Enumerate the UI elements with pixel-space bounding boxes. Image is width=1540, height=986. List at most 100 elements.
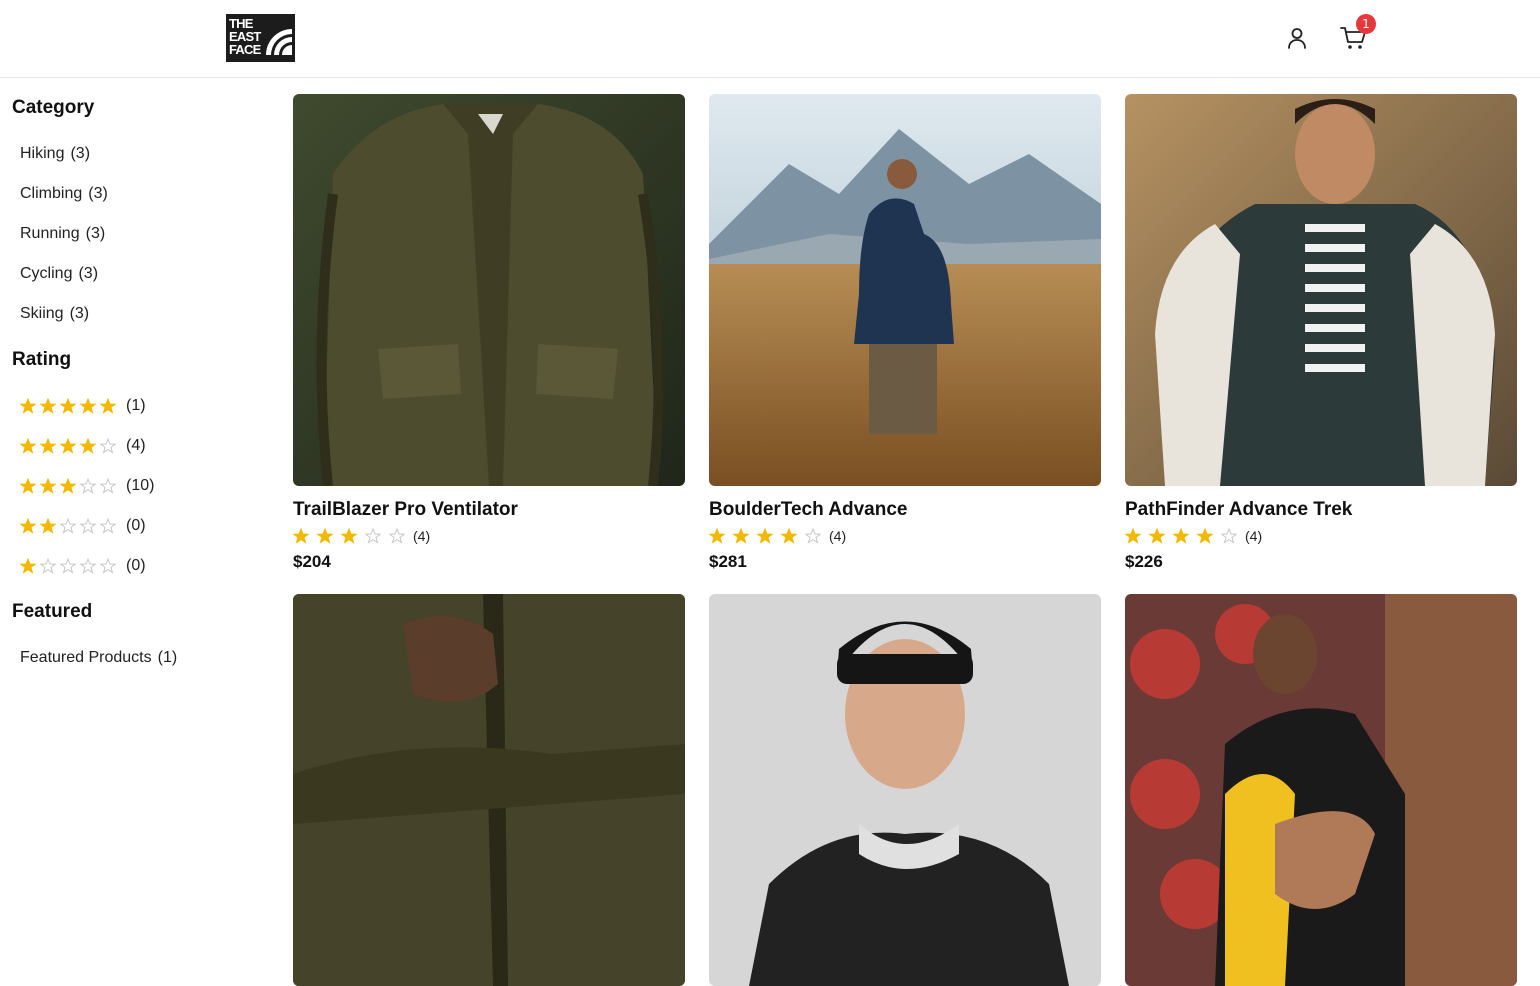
- product-image-smiling-man[interactable]: [1125, 94, 1517, 486]
- product-rating: (4): [1125, 524, 1517, 548]
- category-item-running[interactable]: Running (3): [12, 214, 262, 254]
- star-empty-icon: [80, 478, 96, 494]
- product-image-man-in-field[interactable]: [709, 94, 1101, 486]
- rating-count: (0): [126, 557, 146, 574]
- rating-filter-4[interactable]: (4): [12, 426, 262, 466]
- featured-products-filter[interactable]: Featured Products (1): [12, 638, 262, 678]
- star-filled-icon: [1197, 528, 1213, 544]
- star-filled-icon: [781, 528, 797, 544]
- brand-logo[interactable]: THE EAST FACE: [226, 14, 295, 62]
- product-image-olive-jacket[interactable]: [293, 94, 685, 486]
- star-empty-icon: [100, 558, 116, 574]
- filter-sidebar: Category Hiking (3) Climbing (3) Running (3…: [12, 94, 262, 678]
- star-filled-icon: [40, 518, 56, 534]
- category-label: Climbing: [20, 185, 83, 202]
- product-rating: (4): [293, 524, 685, 548]
- star-filled-icon: [20, 398, 36, 414]
- star-filled-icon: [1173, 528, 1189, 544]
- star-filled-icon: [60, 438, 76, 454]
- product-title: BoulderTech Advance: [709, 499, 908, 520]
- category-count: (3): [78, 265, 99, 282]
- star-filled-icon: [20, 518, 36, 534]
- category-count: (3): [70, 145, 91, 162]
- cart-count-badge: 1: [1356, 14, 1376, 34]
- rating-count: (0): [126, 517, 146, 534]
- review-count: (4): [829, 528, 847, 544]
- rating-count: (4): [126, 437, 146, 454]
- star-rating: [20, 518, 120, 534]
- site-header: THE EAST FACE 1: [0, 0, 1540, 78]
- review-count: (4): [1245, 528, 1263, 544]
- star-rating: [293, 528, 413, 544]
- product-card[interactable]: TrailBlazer Pro Ventilator (4) $204: [293, 94, 685, 574]
- star-empty-icon: [1221, 528, 1237, 544]
- star-filled-icon: [317, 528, 333, 544]
- star-empty-icon: [100, 438, 116, 454]
- star-empty-icon: [80, 558, 96, 574]
- star-rating: [1125, 528, 1245, 544]
- product-price: $204: [293, 552, 331, 571]
- product-image-man-beanie[interactable]: [709, 594, 1101, 986]
- featured-count: (1): [157, 649, 178, 666]
- star-filled-icon: [80, 438, 96, 454]
- star-rating: [20, 558, 120, 574]
- star-empty-icon: [40, 558, 56, 574]
- product-card[interactable]: [709, 594, 1101, 986]
- star-filled-icon: [757, 528, 773, 544]
- star-empty-icon: [60, 558, 76, 574]
- rating-filter-2[interactable]: (0): [12, 506, 262, 546]
- star-filled-icon: [100, 398, 116, 414]
- star-empty-icon: [805, 528, 821, 544]
- product-card[interactable]: [1125, 594, 1517, 986]
- category-label: Skiing: [20, 305, 64, 322]
- product-card[interactable]: BoulderTech Advance (4) $281: [709, 94, 1101, 574]
- product-image-olive-jacket-zip[interactable]: [293, 594, 685, 986]
- product-rating: (4): [709, 524, 1101, 548]
- star-filled-icon: [733, 528, 749, 544]
- rating-heading: Rating: [12, 349, 72, 370]
- category-label: Hiking: [20, 145, 65, 162]
- category-label: Cycling: [20, 265, 73, 282]
- star-empty-icon: [389, 528, 405, 544]
- logo-text: THE EAST FACE: [229, 16, 261, 57]
- account-icon[interactable]: [1285, 26, 1309, 50]
- star-empty-icon: [80, 518, 96, 534]
- half-dome-logo-icon: [266, 29, 292, 55]
- category-item-skiing[interactable]: Skiing (3): [12, 294, 262, 334]
- product-image-man-yellow-jacket[interactable]: [1125, 594, 1517, 986]
- product-title: TrailBlazer Pro Ventilator: [293, 499, 518, 520]
- rating-filter-3[interactable]: (10): [12, 466, 262, 506]
- star-filled-icon: [80, 398, 96, 414]
- category-count: (3): [88, 185, 108, 202]
- category-label: Running: [20, 225, 80, 242]
- star-empty-icon: [100, 478, 116, 494]
- product-card[interactable]: [293, 594, 685, 986]
- star-rating: [709, 528, 829, 544]
- star-filled-icon: [341, 528, 357, 544]
- rating-count: (10): [126, 477, 155, 494]
- star-filled-icon: [40, 398, 56, 414]
- star-rating: [20, 438, 120, 454]
- rating-filter-1[interactable]: (0): [12, 546, 262, 586]
- category-count: (3): [85, 225, 106, 242]
- featured-label: Featured Products: [20, 649, 152, 666]
- product-card[interactable]: PathFinder Advance Trek (4) $226: [1125, 94, 1517, 574]
- category-item-climbing[interactable]: Climbing (3): [12, 174, 262, 214]
- rating-filter-5[interactable]: (1): [12, 386, 262, 426]
- star-filled-icon: [60, 398, 76, 414]
- star-empty-icon: [100, 518, 116, 534]
- product-price: $281: [709, 552, 747, 571]
- star-filled-icon: [1125, 528, 1141, 544]
- category-item-hiking[interactable]: Hiking (3): [12, 134, 262, 174]
- rating-count: (1): [126, 397, 146, 414]
- star-filled-icon: [20, 558, 36, 574]
- star-rating: [20, 398, 120, 414]
- category-item-cycling[interactable]: Cycling (3): [12, 254, 262, 294]
- star-filled-icon: [1149, 528, 1165, 544]
- product-title: PathFinder Advance Trek: [1125, 499, 1353, 520]
- featured-heading: Featured: [12, 601, 93, 622]
- review-count: (4): [413, 528, 431, 544]
- star-empty-icon: [60, 518, 76, 534]
- category-count: (3): [69, 305, 90, 322]
- star-filled-icon: [40, 478, 56, 494]
